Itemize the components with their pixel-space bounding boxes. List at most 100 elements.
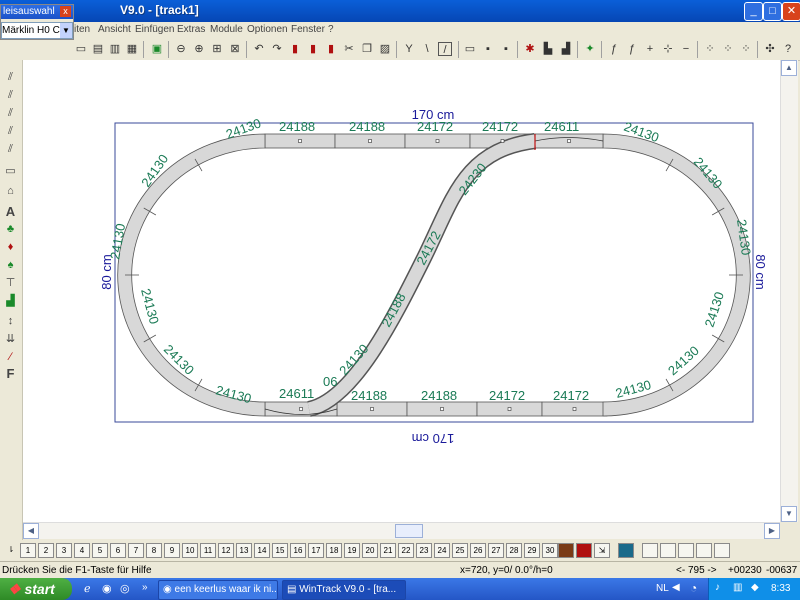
pole-icon[interactable]: ⊤	[3, 276, 18, 291]
layer-button-19[interactable]: 19	[344, 543, 360, 558]
language-indicator[interactable]: NL	[656, 583, 669, 594]
view-icon-2[interactable]	[660, 543, 676, 558]
tray-arrow-icon[interactable]: ◀	[672, 582, 680, 593]
switch-icon[interactable]: Y	[402, 42, 416, 56]
view-icon-4[interactable]	[696, 543, 712, 558]
menu-fenster[interactable]: Fenster	[291, 24, 325, 35]
redo-icon[interactable]: ↷	[270, 42, 284, 56]
layer-button-10[interactable]: 10	[182, 543, 198, 558]
undo-icon[interactable]: ↶	[252, 42, 266, 56]
settings-icon[interactable]: ✣	[763, 42, 777, 56]
terrain-icon[interactable]: ▟	[3, 294, 18, 309]
layer-tool3-icon[interactable]: ⇲	[594, 543, 610, 558]
zoom-in-icon[interactable]: ⊕	[192, 42, 206, 56]
ungroup-icon[interactable]: ▪	[499, 42, 513, 56]
layer-button-7[interactable]: 7	[128, 543, 144, 558]
menu-help[interactable]: ?	[328, 24, 334, 35]
layer-button-20[interactable]: 20	[362, 543, 378, 558]
view-icon-3[interactable]	[678, 543, 694, 558]
preview-icon[interactable]: ▭	[74, 42, 88, 56]
layer-button-13[interactable]: 13	[236, 543, 252, 558]
copy-icon[interactable]: ❐	[360, 42, 374, 56]
platform-icon[interactable]: ▭	[3, 164, 18, 179]
flex-track-icon[interactable]: /	[438, 42, 452, 56]
layer-button-6[interactable]: 6	[110, 543, 126, 558]
layer-toggle-icon[interactable]: ⇂	[4, 543, 18, 556]
layer-button-16[interactable]: 16	[290, 543, 306, 558]
layer-button-17[interactable]: 17	[308, 543, 324, 558]
grid-icon[interactable]: ⁘	[703, 42, 717, 56]
help-icon[interactable]: ?	[781, 42, 795, 56]
paste-icon[interactable]: ▨	[378, 42, 392, 56]
document-delete-icon[interactable]: ▮	[324, 42, 338, 56]
quicklaunch-globe-icon[interactable]: ◉	[102, 582, 112, 595]
chevron-down-icon[interactable]: ▼	[60, 23, 72, 38]
tree-icon[interactable]: ♣	[3, 222, 18, 237]
layer-button-2[interactable]: 2	[38, 543, 54, 558]
train-icon[interactable]: ▙	[541, 42, 555, 56]
quicklaunch-more-icon[interactable]: »	[142, 582, 148, 593]
drawing-canvas[interactable]: 170 cm 170 cm 80 cm 80 cm 24130 24188 24…	[23, 60, 780, 522]
scroll-up-icon[interactable]: ▲	[781, 60, 797, 76]
print-setup-icon[interactable]: ▥	[108, 42, 122, 56]
track-tool4-icon[interactable]: ⫽	[3, 124, 18, 139]
scroll-right-icon[interactable]: ▶	[764, 523, 780, 539]
cross-icon[interactable]: ⊹	[661, 42, 675, 56]
layer-button-11[interactable]: 11	[200, 543, 216, 558]
grid3-icon[interactable]: ⁘	[739, 42, 753, 56]
view-icon-1[interactable]	[642, 543, 658, 558]
measure-icon[interactable]: ▟	[559, 42, 573, 56]
track-right-icon[interactable]: ƒ	[625, 42, 639, 56]
track-layout[interactable]: 170 cm 170 cm 80 cm 80 cm 24130 24188 24…	[23, 60, 780, 522]
track-tool3-icon[interactable]: ⫽	[3, 106, 18, 121]
track-curve-left[interactable]	[117, 133, 266, 417]
layer-stack-icon[interactable]	[618, 543, 634, 558]
menu-module[interactable]: Module	[210, 24, 243, 35]
track-selection-close-icon[interactable]: x	[60, 6, 71, 17]
menu-einfuegen[interactable]: Einfügen	[135, 24, 174, 35]
scroll-left-icon[interactable]: ◀	[23, 523, 39, 539]
track-tool5-icon[interactable]: ⫽	[3, 142, 18, 157]
layer-tool-icon[interactable]	[558, 543, 574, 558]
bridge-icon[interactable]: −	[679, 42, 693, 56]
zoom-all-icon[interactable]: ⊠	[228, 42, 242, 56]
track-left-icon[interactable]: ƒ	[607, 42, 621, 56]
track-tool2-icon[interactable]: ⫽	[3, 88, 18, 103]
quicklaunch-chrome-icon[interactable]: ◎	[120, 582, 130, 595]
network-icon[interactable]: ▥	[733, 582, 742, 593]
layer-button-30[interactable]: 30	[542, 543, 558, 558]
print-icon[interactable]: ▤	[91, 42, 105, 56]
layer-button-29[interactable]: 29	[524, 543, 540, 558]
maximize-button[interactable]: □	[763, 2, 782, 21]
block-icon[interactable]: ▭	[463, 42, 477, 56]
layer-button-22[interactable]: 22	[398, 543, 414, 558]
house-icon[interactable]: ⌂	[3, 184, 18, 199]
start-button[interactable]: ❖ start	[0, 578, 72, 600]
layer-button-21[interactable]: 21	[380, 543, 396, 558]
layer-button-25[interactable]: 25	[452, 543, 468, 558]
group-icon[interactable]: ▪	[481, 42, 495, 56]
layer-button-8[interactable]: 8	[146, 543, 162, 558]
vegetation-icon[interactable]: ♠	[3, 258, 18, 273]
layer-button-18[interactable]: 18	[326, 543, 342, 558]
layer-button-28[interactable]: 28	[506, 543, 522, 558]
layer-button-3[interactable]: 3	[56, 543, 72, 558]
layer-button-23[interactable]: 23	[416, 543, 432, 558]
line-tool-icon[interactable]: ∕	[3, 350, 18, 365]
image-icon[interactable]: ▣	[150, 42, 164, 56]
scroll-thumb[interactable]	[395, 524, 423, 538]
cut-icon[interactable]: ✂	[342, 42, 356, 56]
vertical-scrollbar[interactable]: ▲ ▼	[780, 60, 798, 522]
menu-optionen[interactable]: Optionen	[247, 24, 288, 35]
taskbar-item-browser[interactable]: ◉ een keerlus waar ik ni...	[158, 580, 278, 600]
straight-icon[interactable]: +	[643, 42, 657, 56]
tray-app-icon[interactable]: ◔	[690, 581, 697, 595]
layer-button-1[interactable]: 1	[20, 543, 36, 558]
layer-button-4[interactable]: 4	[74, 543, 90, 558]
layer-button-12[interactable]: 12	[218, 543, 234, 558]
landscape-icon[interactable]: ✦	[583, 42, 597, 56]
layer-button-14[interactable]: 14	[254, 543, 270, 558]
menu-ansicht[interactable]: Ansicht	[98, 24, 131, 35]
security-icon[interactable]: ◆	[751, 582, 759, 593]
document-red-icon[interactable]: ▮	[288, 42, 302, 56]
